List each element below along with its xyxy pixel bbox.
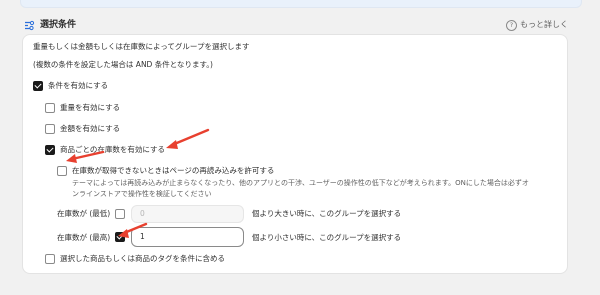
weight-checkbox[interactable] (45, 103, 55, 113)
per-product-stock-checkbox[interactable] (45, 145, 55, 155)
stock-max-checkbox[interactable] (115, 232, 125, 242)
allow-reload-help-1: テーマによっては再読み込みが止まらなくなったり、他のアプリとの干渉、ユーザーの操… (72, 179, 529, 187)
allow-reload-checkbox[interactable] (57, 166, 67, 176)
allow-reload-help-2: ンラインストアで操作性を検証してください (72, 190, 212, 198)
tags-checkbox[interactable] (45, 254, 55, 264)
note-text: (複数の条件を設定した場合は AND 条件となります。) (33, 60, 213, 69)
allow-reload-label: 在庫数が取得できないときはページの再読み込みを許可する (72, 166, 275, 175)
help-link-label: もっと詳しく (520, 20, 568, 29)
question-icon: ? (506, 19, 517, 31)
stock-min-label: 在庫数が (最低) (57, 209, 111, 218)
stock-max-input[interactable]: 1 (131, 227, 244, 247)
help-link[interactable]: ? もっと詳しく (506, 18, 568, 32)
stock-min-suffix: 個より大きい時に、このグループを選択する (252, 209, 402, 218)
weight-label: 重量を有効にする (60, 103, 121, 112)
description-text: 重量もしくは金額もしくは在庫数によってグループを選択します (33, 42, 250, 51)
stock-min-checkbox[interactable] (115, 209, 125, 219)
amount-checkbox[interactable] (45, 124, 55, 134)
per-product-stock-label: 商品ごとの在庫数を有効にする (60, 145, 165, 154)
section-header: 選択条件 ? もっと詳しく (24, 18, 568, 34)
stock-max-label: 在庫数が (最高) (57, 233, 111, 242)
conditions-card: 重量もしくは金額もしくは在庫数によってグループを選択します (複数の条件を設定し… (22, 34, 568, 274)
stock-max-suffix: 個より小さい時に、このグループを選択する (252, 233, 402, 242)
section-title: 選択条件 (40, 20, 77, 30)
tags-label: 選択した商品もしくは商品のタグを条件に含める (60, 254, 225, 263)
enable-conditions-checkbox[interactable] (33, 81, 43, 91)
enable-conditions-label: 条件を有効にする (48, 81, 109, 90)
top-banner-edge (20, 0, 582, 8)
stock-min-input[interactable]: 0 (131, 205, 244, 223)
filter-settings-icon (25, 20, 35, 31)
amount-label: 金額を有効にする (60, 124, 121, 133)
